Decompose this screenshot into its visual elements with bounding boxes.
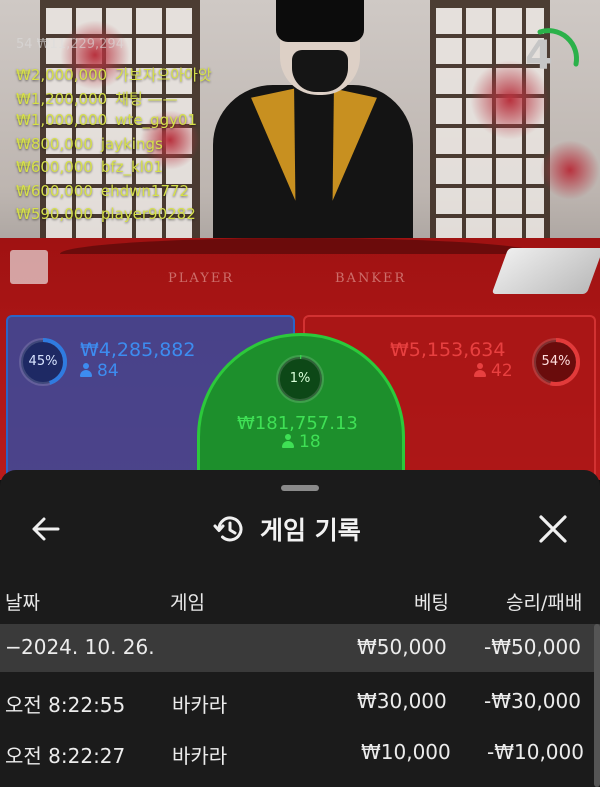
sheet-title: 게임 기록 bbox=[212, 507, 361, 551]
countdown-timer: 4 bbox=[516, 24, 580, 88]
chat-user: ehdwn1772 bbox=[100, 181, 190, 200]
row-bet: ₩30,000 bbox=[357, 689, 447, 713]
row-time: 오전 8:22:27 bbox=[5, 744, 126, 768]
chat-amount: ₩1,200,000 bbox=[16, 89, 108, 108]
person-icon bbox=[474, 363, 486, 377]
chat-message: ₩600,000 ehdwn1772 bbox=[16, 182, 212, 206]
tie-percent-ring: 1% bbox=[274, 353, 326, 405]
chat-user: jaykings bbox=[100, 134, 163, 153]
chat-message: ₩1,000,000 wte_ggy01 bbox=[16, 111, 212, 135]
chat-user: 가보자으아아앗 bbox=[115, 66, 212, 84]
player-count-value: 84 bbox=[97, 361, 119, 381]
sheet-title-text: 게임 기록 bbox=[260, 516, 361, 545]
sheet-drag-handle[interactable] bbox=[281, 485, 319, 491]
chat-user: bfz_kl01 bbox=[100, 158, 163, 176]
chat-user: player90282 bbox=[100, 205, 196, 223]
date-group-date: 2024. 10. 26. bbox=[21, 635, 155, 659]
countdown-value: 4 bbox=[525, 33, 553, 79]
arrow-left-icon bbox=[32, 517, 60, 541]
back-button[interactable] bbox=[22, 507, 70, 551]
history-icon bbox=[213, 516, 243, 542]
dealer-hair bbox=[276, 0, 364, 42]
player-bet-amount: ₩4,285,882 bbox=[80, 339, 196, 361]
chat-amount: ₩600,000 bbox=[16, 181, 93, 200]
row-game: 바카라 bbox=[172, 693, 228, 717]
chat-amount: ₩600,000 bbox=[16, 158, 93, 176]
blossom-decoration bbox=[540, 140, 600, 200]
player-bettor-count: 84 bbox=[80, 361, 119, 381]
row-result: -₩10,000 bbox=[487, 740, 584, 764]
date-group-result: -₩50,000 bbox=[484, 635, 581, 659]
close-button[interactable] bbox=[530, 507, 576, 551]
column-header-date[interactable]: 날짜 bbox=[5, 588, 40, 615]
player-percent-ring: 45% bbox=[17, 336, 69, 388]
tie-bet-amount: ₩181,757.13 bbox=[237, 413, 358, 434]
chat-message: ₩590,000 player90282 bbox=[16, 205, 212, 229]
row-result: -₩30,000 bbox=[484, 689, 581, 713]
chat-message: ₩800,000 jaykings bbox=[16, 135, 212, 159]
card-holder bbox=[10, 250, 48, 284]
tie-bettor-count: 18 bbox=[282, 432, 321, 452]
chat-user: 채팅 —— bbox=[115, 89, 178, 108]
table-player-label: PLAYER bbox=[168, 271, 235, 286]
close-icon bbox=[539, 515, 567, 543]
game-history-sheet: 게임 기록 날짜 게임 베팅 승리/패배 − 2024. 10. 26. ₩50… bbox=[0, 470, 600, 787]
chat-amount: ₩800,000 bbox=[16, 134, 93, 153]
game-screen: PLAYER BANKER 54 ₩11,229,294 ₩2,000,000 가… bbox=[0, 0, 600, 787]
chat-feed: ₩2,000,000 가보자으아아앗 ₩1,200,000 채팅 —— ₩1,000… bbox=[16, 64, 212, 229]
row-game: 바카라 bbox=[172, 744, 228, 768]
banker-bettor-count: 42 bbox=[474, 361, 513, 381]
person-icon bbox=[80, 363, 92, 377]
chat-amount: ₩2,000,000 bbox=[16, 66, 108, 84]
chat-header: 54 ₩11,229,294 bbox=[16, 37, 124, 52]
banker-bet-amount: ₩5,153,634 bbox=[390, 339, 506, 361]
chat-message: ₩1,200,000 채팅 —— bbox=[16, 88, 212, 112]
person-icon bbox=[282, 434, 294, 448]
chat-message: ₩600,000 bfz_kl01 bbox=[16, 158, 212, 182]
row-time: 오전 8:22:55 bbox=[5, 693, 126, 717]
table-banker-label: BANKER bbox=[335, 271, 407, 286]
chat-amount: ₩1,000,000 bbox=[16, 111, 108, 129]
date-group-bet: ₩50,000 bbox=[357, 635, 447, 659]
banker-percent: 54% bbox=[541, 354, 571, 369]
dealer-mask bbox=[292, 50, 348, 92]
date-group-row[interactable]: − 2024. 10. 26. ₩50,000 -₩50,000 bbox=[0, 624, 600, 672]
row-bet: ₩10,000 bbox=[361, 740, 451, 764]
banker-count-value: 42 bbox=[491, 361, 513, 381]
tie-percent: 1% bbox=[289, 371, 311, 386]
chat-amount: ₩590,000 bbox=[16, 205, 93, 223]
chat-user: wte_ggy01 bbox=[115, 111, 198, 129]
banker-percent-ring: 54% bbox=[530, 336, 582, 388]
tie-count-value: 18 bbox=[299, 432, 321, 452]
collapse-toggle[interactable]: − bbox=[5, 635, 22, 659]
column-header-game[interactable]: 게임 bbox=[170, 588, 205, 615]
column-header-result[interactable]: 승리/패배 bbox=[506, 588, 582, 615]
history-scrollbar[interactable] bbox=[594, 624, 600, 787]
card-shoe bbox=[491, 248, 600, 294]
column-header-bet[interactable]: 베팅 bbox=[414, 588, 449, 615]
player-percent: 45% bbox=[28, 354, 58, 369]
chat-message: ₩2,000,000 가보자으아아앗 bbox=[16, 64, 212, 88]
